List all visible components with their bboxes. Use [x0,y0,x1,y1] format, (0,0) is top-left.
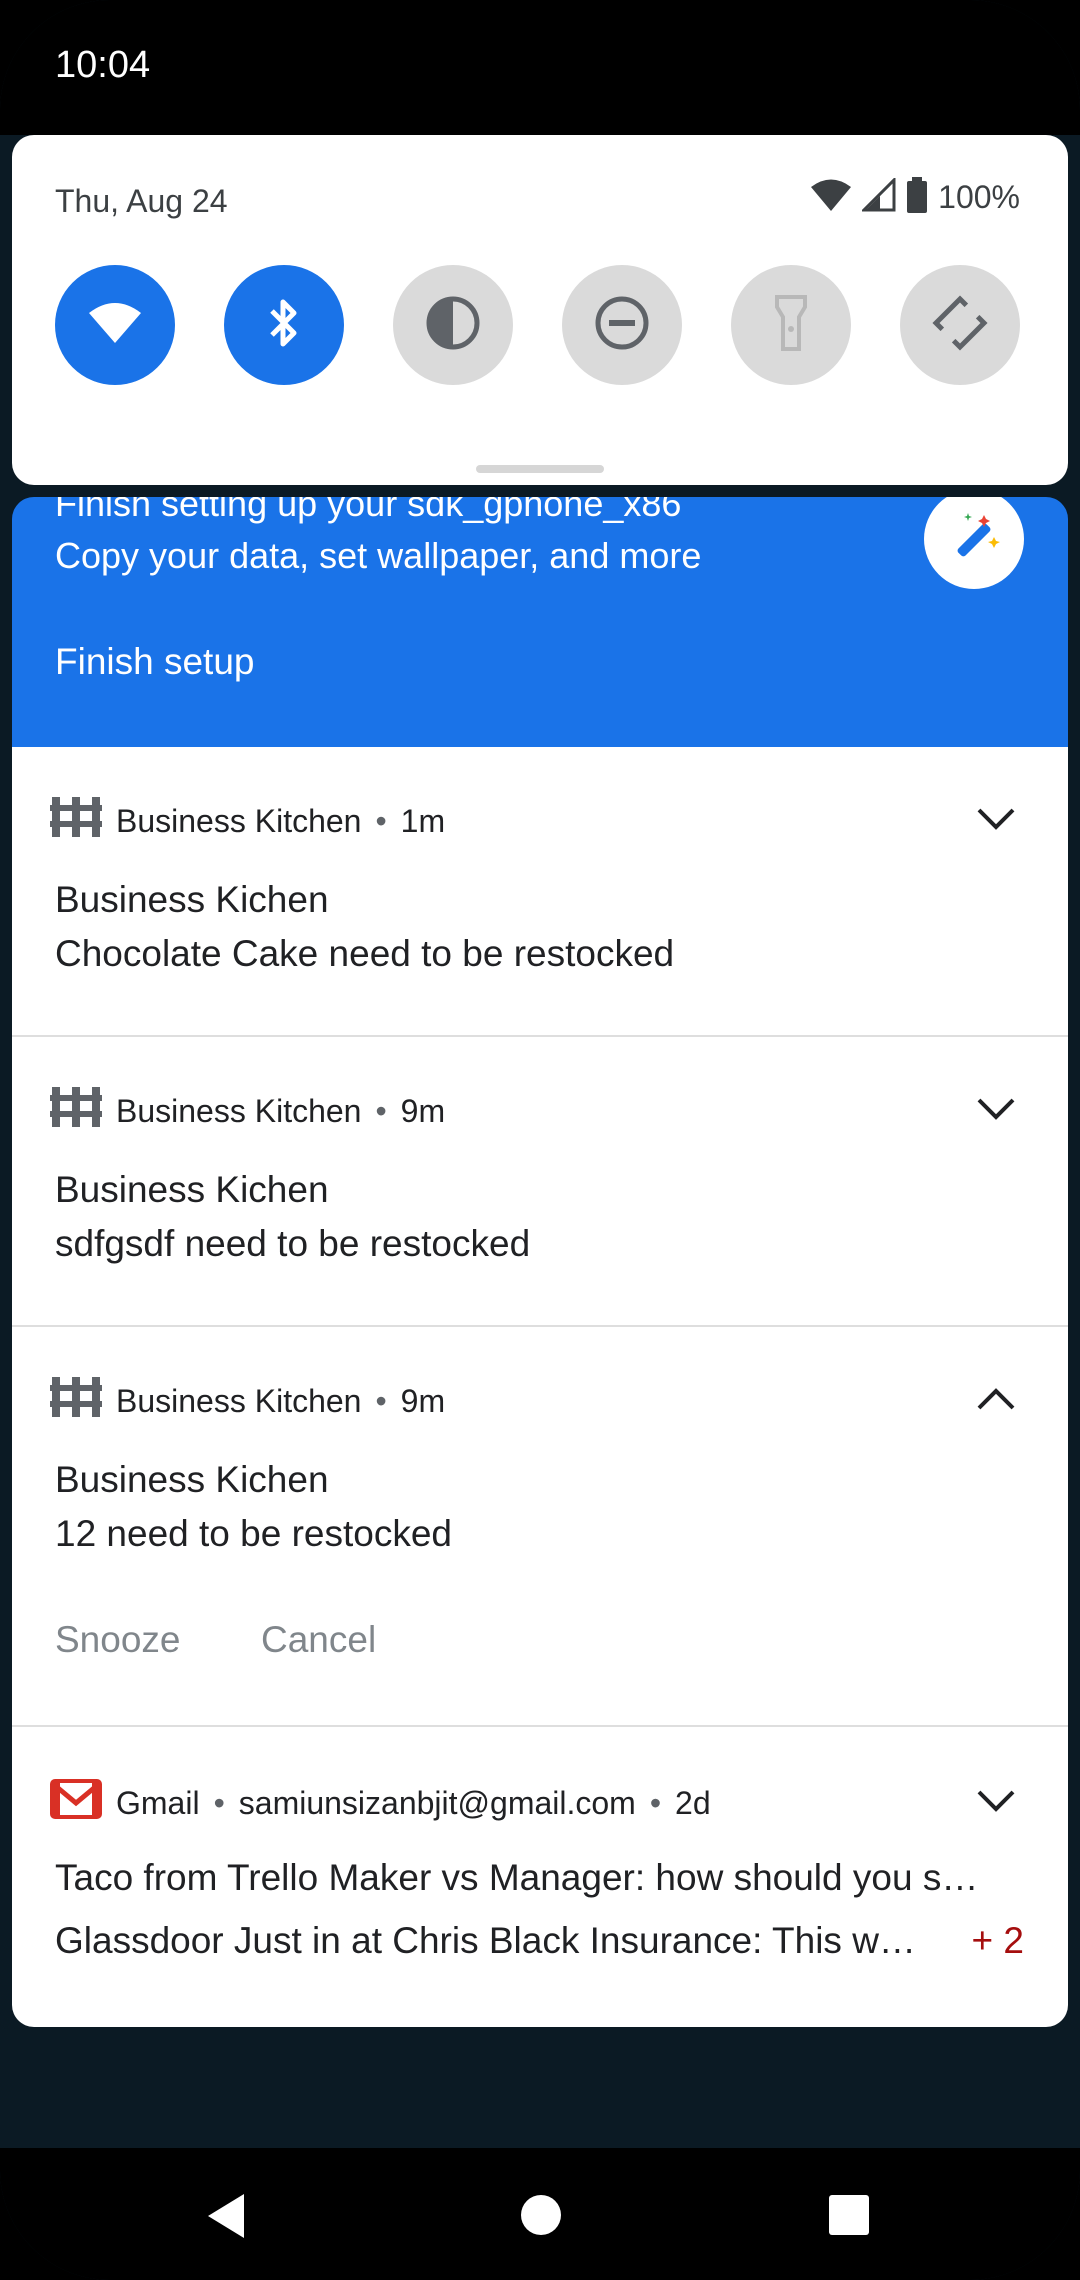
do-not-disturb-icon [594,295,650,356]
notification-time: 1m [400,802,446,839]
status-clock: 10:04 [55,44,151,86]
finish-setup-button[interactable]: Finish setup [55,641,255,683]
gmail-icon [50,1779,102,1827]
notification-time: 2d [675,1784,711,1821]
setup-notification[interactable]: Finish setting up your sdk_gphone_x86 Co… [12,497,1068,747]
notification-header: Gmail • samiunsizanbjit@gmail.com • 2d [50,1779,711,1827]
notification-header: Business Kitchen • 9m [50,1087,445,1135]
do-not-disturb-tile[interactable] [562,265,682,385]
flashlight-tile[interactable] [731,265,851,385]
expand-chevron-down-icon[interactable] [974,1087,1018,1131]
notification-body: Chocolate Cake need to be restocked [55,933,675,974]
business-kitchen-app-icon [50,797,102,845]
invert-colors-tile[interactable] [393,265,513,385]
cell-signal-icon [860,176,896,217]
gmail-message-line: Glassdoor Just in at Chris Black Insuran… [55,1920,916,1961]
app-name: Gmail [116,1784,200,1821]
gmail-message-line: Taco from Trello Maker vs Manager: how s… [55,1857,979,1898]
wifi-icon [87,301,143,350]
battery-percent: 100% [938,179,1020,215]
business-kitchen-app-icon [50,1087,102,1135]
setup-title: Finish setting up your sdk_gphone_x86 [55,497,682,524]
flashlight-icon [771,293,811,358]
app-name: Business Kitchen [116,802,362,839]
notification-list: Business Kitchen • 1m Business Kichen Ch… [12,747,1068,2027]
collapse-chevron-up-icon[interactable] [974,1377,1018,1421]
home-icon[interactable] [520,2194,562,2241]
qs-status-icons: 100% [810,176,1020,218]
notification-body: 12 need to be restocked [55,1513,453,1554]
app-name: Business Kitchen [116,1382,362,1419]
bluetooth-tile[interactable] [224,265,344,385]
snooze-button[interactable]: Snooze [55,1619,181,1661]
auto-rotate-icon [930,293,990,358]
gmail-account: samiunsizanbjit@gmail.com [238,1784,636,1821]
navigation-bar [0,2148,1080,2280]
notification-time: 9m [400,1092,446,1129]
recents-icon[interactable] [828,2194,870,2241]
bluetooth-icon [264,295,304,356]
back-icon[interactable] [204,2192,248,2245]
business-kitchen-app-icon [50,1377,102,1425]
gmail-notification[interactable]: Gmail • samiunsizanbjit@gmail.com • 2d T… [12,1727,1068,2027]
notification-header: Business Kitchen • 9m [50,1377,445,1425]
app-name: Business Kitchen [116,1092,362,1129]
cancel-button[interactable]: Cancel [261,1619,376,1661]
qs-date: Thu, Aug 24 [55,183,228,219]
status-bar: 10:04 [0,0,1080,135]
notification-item[interactable]: Business Kitchen • 9m Business Kichen sd… [12,1037,1068,1327]
notification-body: sdfgsdf need to be restocked [55,1223,531,1264]
notification-item-expanded[interactable]: Business Kitchen • 9m Business Kichen 12… [12,1327,1068,1727]
notification-title: Business Kichen [55,879,329,920]
invert-colors-icon [425,295,481,356]
battery-icon [906,177,928,218]
wifi-tile[interactable] [55,265,175,385]
auto-rotate-tile[interactable] [900,265,1020,385]
expand-chevron-down-icon[interactable] [974,1779,1018,1823]
magic-wand-icon [924,497,1024,589]
notification-item[interactable]: Business Kitchen • 1m Business Kichen Ch… [12,747,1068,1037]
notification-time: 9m [400,1382,446,1419]
notification-title: Business Kichen [55,1169,329,1210]
setup-subtitle: Copy your data, set wallpaper, and more [55,535,702,576]
more-count-badge: + 2 [971,1920,1024,1961]
notification-header: Business Kitchen • 1m [50,797,445,845]
drag-handle[interactable] [476,465,604,473]
expand-chevron-down-icon[interactable] [974,797,1018,841]
notification-title: Business Kichen [55,1459,329,1500]
wifi-signal-icon [810,178,852,217]
quick-settings-panel: Thu, Aug 24 100% [12,135,1068,485]
phone-screen: 10:04 Thu, Aug 24 100% Finish setting up… [0,0,1080,2280]
